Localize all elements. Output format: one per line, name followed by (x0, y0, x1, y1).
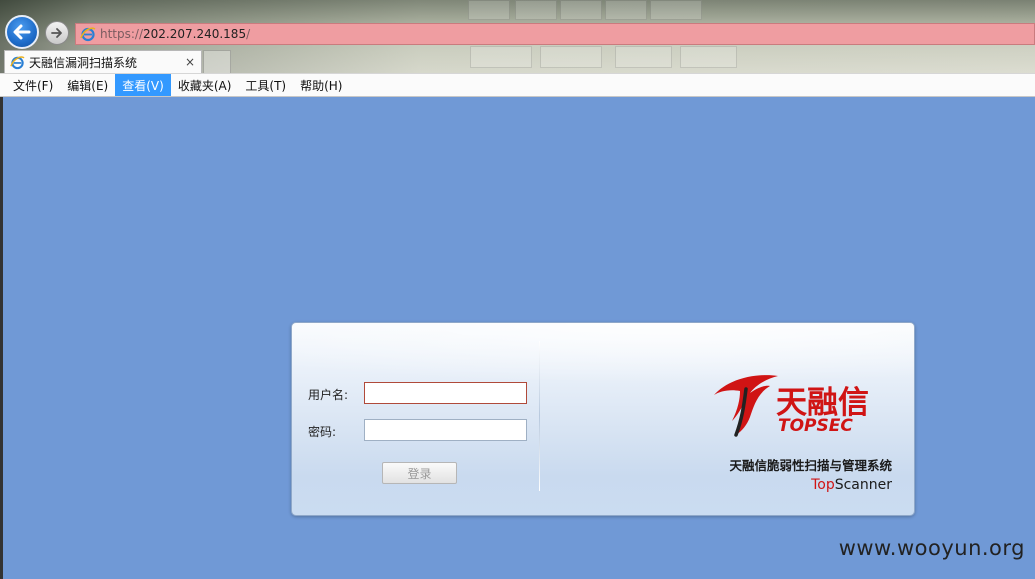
ie-icon (80, 27, 96, 42)
address-protocol: https:// (100, 27, 144, 41)
background-window-block (680, 46, 737, 68)
topsec-logo: 天融信 TOPSEC (714, 375, 869, 437)
background-window-block (468, 0, 510, 20)
background-window-block (615, 46, 672, 68)
product-en-prefix: Top (811, 477, 835, 493)
background-window-block (605, 0, 647, 20)
forward-button[interactable] (45, 21, 69, 45)
menu-bar: 文件(F) 编辑(E) 查看(V) 收藏夹(A) 工具(T) 帮助(H) (0, 73, 1035, 97)
logo-en-text: TOPSEC (778, 416, 853, 436)
browser-toolbar: https:// 202.207.240.185 / 天融信漏洞扫描系统 × (0, 0, 1035, 73)
password-label: 密码: (308, 425, 337, 439)
address-path: / (246, 27, 251, 41)
product-en-suffix: Scanner (834, 477, 892, 493)
background-window-block (560, 0, 602, 20)
menu-file[interactable]: 文件(F) (6, 74, 60, 96)
background-window-block (470, 46, 532, 68)
watermark: www.wooyun.org (838, 536, 1025, 560)
username-input[interactable] (364, 382, 527, 404)
background-window-block (650, 0, 702, 20)
ie-icon (10, 55, 25, 69)
back-arrow-icon (13, 24, 31, 40)
background-window-block (515, 0, 557, 20)
menu-tools[interactable]: 工具(T) (238, 74, 293, 96)
menu-favorites[interactable]: 收藏夹(A) (171, 74, 239, 96)
background-window-block (540, 46, 602, 68)
panel-divider (539, 341, 540, 491)
login-panel: 用户名: 密码: 登录 天融信 TOPSEC 天融信脆弱性扫描与管理系统 Top… (291, 322, 915, 516)
menu-help[interactable]: 帮助(H) (293, 74, 349, 96)
address-bar[interactable]: https:// 202.207.240.185 / (75, 23, 1035, 45)
back-button[interactable] (5, 15, 39, 49)
menu-edit[interactable]: 编辑(E) (60, 74, 115, 96)
new-tab-button[interactable] (203, 50, 231, 73)
forward-arrow-icon (51, 28, 62, 38)
tab-title: 天融信漏洞扫描系统 (29, 55, 138, 70)
browser-tab[interactable]: 天融信漏洞扫描系统 × (4, 50, 202, 73)
product-english-name: TopScanner (811, 477, 892, 493)
menu-view[interactable]: 查看(V) (115, 74, 171, 96)
password-input[interactable] (364, 419, 527, 441)
close-tab-icon[interactable]: × (182, 55, 198, 69)
product-name: 天融信脆弱性扫描与管理系统 (729, 458, 892, 473)
login-button[interactable]: 登录 (382, 462, 457, 484)
address-host: 202.207.240.185 (143, 27, 247, 41)
username-label: 用户名: (308, 388, 349, 402)
